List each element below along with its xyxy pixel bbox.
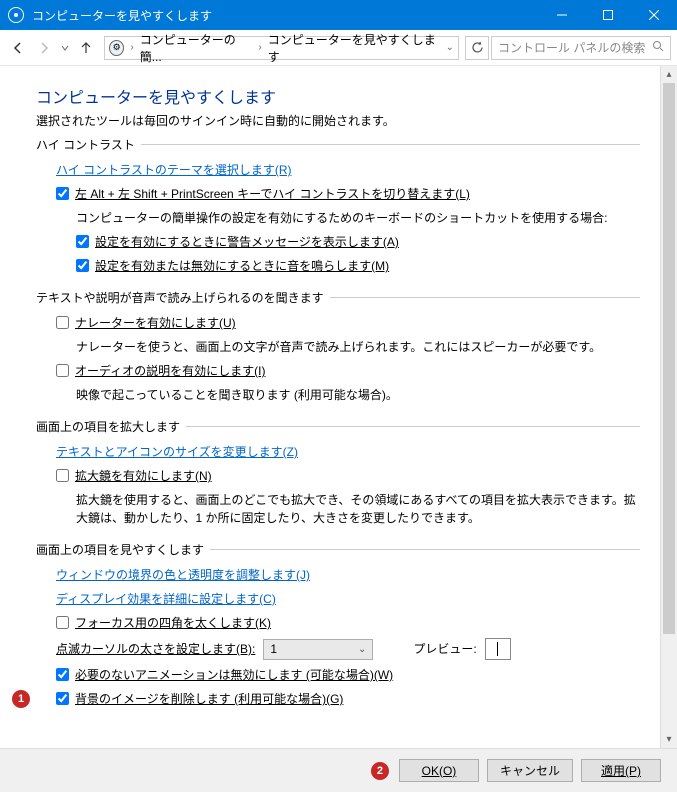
- group-high-contrast: ハイ コントラスト ハイ コントラストのテーマを選択します(R) 左 Alt +…: [36, 136, 640, 275]
- divider: [330, 297, 640, 298]
- up-button[interactable]: [74, 36, 98, 60]
- group-magnify: 画面上の項目を拡大します テキストとアイコンのサイズを変更します(Z) 拡大鏡を…: [36, 418, 640, 527]
- preview-label: プレビュー:: [413, 640, 476, 658]
- scroll-thumb[interactable]: [663, 83, 675, 634]
- window-title: コンピューターを見やすくします: [32, 7, 539, 24]
- cursor-width-select[interactable]: 1 ⌄: [263, 639, 373, 660]
- cursor-preview: [485, 638, 511, 660]
- chevron-down-icon: ⌄: [358, 642, 366, 657]
- checkbox[interactable]: [56, 616, 69, 629]
- chevron-right-icon: ›: [130, 42, 133, 53]
- close-button[interactable]: [631, 0, 677, 30]
- content-pane: コンピューターを見やすくします 選択されたツールは毎回のサインイン時に自動的に開…: [0, 66, 660, 748]
- scroll-up-icon[interactable]: ▴: [661, 66, 677, 83]
- page-subtitle: 選択されたツールは毎回のサインイン時に自動的に開始されます。: [36, 112, 640, 130]
- cancel-button[interactable]: キャンセル: [487, 759, 573, 782]
- forward-button[interactable]: [32, 36, 56, 60]
- group-legend: ハイ コントラスト: [36, 136, 141, 153]
- keyboard-note: コンピューターの簡単操作の設定を有効にするためのキーボードのショートカットを使用…: [36, 209, 640, 227]
- scrollbar[interactable]: ▴ ▾: [660, 66, 677, 748]
- scroll-down-icon[interactable]: ▾: [661, 731, 677, 748]
- choose-theme-link[interactable]: ハイ コントラストのテーマを選択します(R): [36, 161, 640, 179]
- recent-dropdown[interactable]: [58, 36, 72, 60]
- checkbox[interactable]: [56, 187, 69, 200]
- checkbox[interactable]: [56, 364, 69, 377]
- titlebar: コンピューターを見やすくします: [0, 0, 677, 30]
- group-narrator: テキストや説明が音声で読み上げられるのを聞きます ナレーターを有効にします(U)…: [36, 289, 640, 404]
- search-input[interactable]: コントロール パネルの検索: [491, 36, 671, 60]
- warn-checkbox[interactable]: 設定を有効にするときに警告メッセージを表示します(A): [76, 233, 640, 251]
- minimize-button[interactable]: [539, 0, 585, 30]
- checkbox[interactable]: [76, 235, 89, 248]
- group-easier: 画面上の項目を見やすくします ウィンドウの境界の色と透明度を調整します(J) デ…: [36, 541, 640, 708]
- back-button[interactable]: [6, 36, 30, 60]
- breadcrumb-item[interactable]: コンピューターの簡...: [140, 31, 253, 65]
- cursor-width-label: 点滅カーソルの太さを設定します(B):: [56, 640, 255, 658]
- magnifier-checkbox[interactable]: 拡大鏡を有効にします(N): [56, 467, 640, 485]
- ok-button[interactable]: OK(O): [399, 759, 479, 782]
- divider: [210, 549, 640, 550]
- address-bar[interactable]: ⚙ › コンピューターの簡... › コンピューターを見やすくします ⌄: [104, 36, 459, 60]
- group-legend: テキストや説明が音声で読み上げられるのを聞きます: [36, 289, 330, 306]
- narrator-desc: ナレーターを使うと、画面上の文字が音声で読み上げられます。これにはスピーカーが必…: [36, 338, 640, 356]
- sound-checkbox[interactable]: 設定を有効または無効にするときに音を鳴らします(M): [76, 257, 640, 275]
- maximize-button[interactable]: [585, 0, 631, 30]
- checkbox[interactable]: [76, 259, 89, 272]
- page-title: コンピューターを見やすくします: [36, 84, 640, 108]
- remove-bg-checkbox[interactable]: 背景のイメージを削除します (利用可能な場合)(G): [56, 690, 640, 708]
- checkbox[interactable]: [56, 692, 69, 705]
- refresh-button[interactable]: [465, 36, 489, 60]
- annotation-badge-2: 2: [371, 762, 389, 780]
- focus-rect-checkbox[interactable]: フォーカス用の四角を太くします(K): [56, 614, 640, 632]
- magnifier-desc: 拡大鏡を使用すると、画面上のどこでも拡大でき、その領域にあるすべての項目を拡大表…: [36, 491, 640, 527]
- chevron-right-icon: ›: [258, 42, 261, 53]
- border-link[interactable]: ウィンドウの境界の色と透明度を調整します(J): [36, 566, 640, 584]
- search-icon: [652, 40, 664, 55]
- toggle-highcontrast-checkbox[interactable]: 左 Alt + 左 Shift + PrintScreen キーでハイ コントラ…: [56, 185, 640, 203]
- narrator-checkbox[interactable]: ナレーターを有効にします(U): [56, 314, 640, 332]
- group-legend: 画面上の項目を拡大します: [36, 418, 186, 435]
- resize-link[interactable]: テキストとアイコンのサイズを変更します(Z): [36, 443, 640, 461]
- checkbox[interactable]: [56, 316, 69, 329]
- search-placeholder: コントロール パネルの検索: [498, 39, 648, 56]
- disable-anim-checkbox[interactable]: 必要のないアニメーションは無効にします (可能な場合)(W): [56, 666, 640, 684]
- apply-button[interactable]: 適用(P): [581, 759, 661, 782]
- checkbox[interactable]: [56, 668, 69, 681]
- divider: [186, 426, 640, 427]
- control-panel-icon: ⚙: [109, 40, 124, 56]
- address-dropdown-icon[interactable]: ⌄: [446, 42, 454, 53]
- navbar: ⚙ › コンピューターの簡... › コンピューターを見やすくします ⌄ コント…: [0, 30, 677, 66]
- audio-desc-checkbox[interactable]: オーディオの説明を有効にします(I): [56, 362, 640, 380]
- breadcrumb-item[interactable]: コンピューターを見やすくします: [268, 31, 440, 65]
- footer: 2 OK(O) キャンセル 適用(P): [0, 748, 677, 792]
- checkbox[interactable]: [56, 469, 69, 482]
- group-legend: 画面上の項目を見やすくします: [36, 541, 210, 558]
- divider: [141, 144, 640, 145]
- annotation-badge-1: 1: [12, 690, 30, 708]
- audio-desc-text: 映像で起こっていることを聞き取ります (利用可能な場合)。: [36, 386, 640, 404]
- display-link[interactable]: ディスプレイ効果を詳細に設定します(C): [36, 590, 640, 608]
- app-icon: [8, 7, 24, 23]
